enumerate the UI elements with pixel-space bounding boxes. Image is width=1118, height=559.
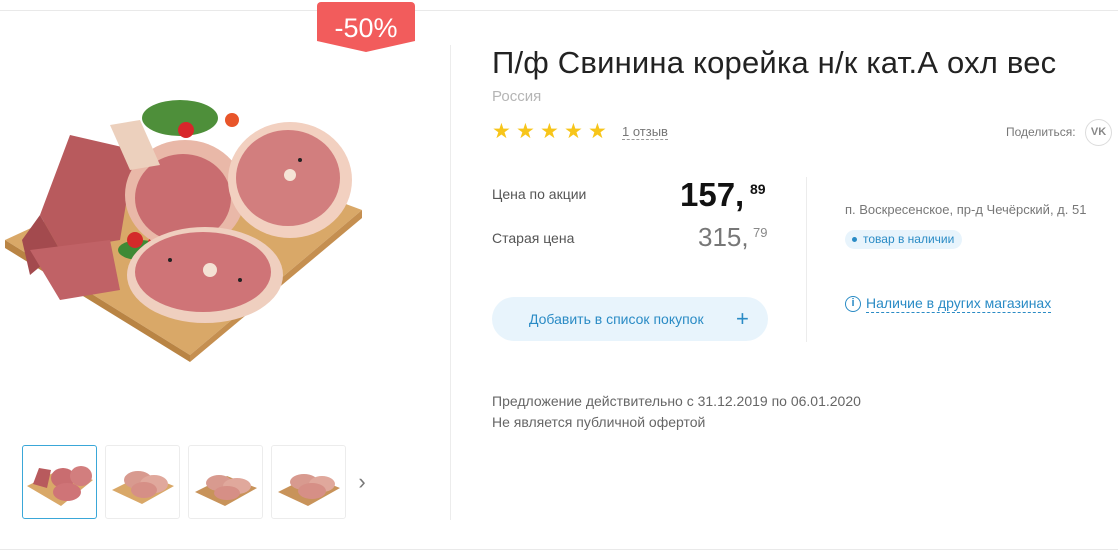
stock-status-label: товар в наличии — [863, 232, 955, 246]
reviews-link[interactable]: 1 отзыв — [622, 124, 668, 140]
star-icon: ★ — [492, 120, 511, 143]
old-price-label: Старая цена — [492, 230, 575, 246]
chevron-right-icon[interactable]: › — [352, 470, 372, 494]
rating-stars: ★ ★ ★ ★ ★ — [492, 120, 608, 143]
offer-disclaimer: Не является публичной офертой — [492, 414, 706, 430]
discount-badge: -50% — [317, 2, 415, 52]
stock-status-badge: товар в наличии — [845, 230, 963, 249]
thumbnail-2[interactable] — [105, 445, 180, 519]
star-icon: ★ — [588, 120, 607, 143]
old-price-cents: 79 — [753, 225, 768, 240]
promo-price-cents: 89 — [750, 181, 766, 197]
promo-price: 157, — [680, 176, 745, 213]
info-icon: i — [845, 296, 861, 312]
thumbnail-4[interactable] — [271, 445, 346, 519]
store-address: п. Воскресенское, пр-д Чечёрский, д. 51 — [845, 202, 1087, 217]
product-image[interactable] — [0, 90, 370, 370]
star-icon: ★ — [516, 120, 535, 143]
store-divider — [806, 177, 807, 342]
thumbnail-3[interactable] — [188, 445, 263, 519]
promo-price-label: Цена по акции — [492, 186, 587, 202]
plus-icon: + — [736, 306, 749, 331]
add-to-list-button[interactable]: Добавить в список покупок + — [492, 297, 768, 341]
other-stores-link[interactable]: i Наличие в других магазинах — [845, 294, 1052, 314]
status-dot-icon — [852, 237, 857, 242]
old-price: 315, — [698, 222, 749, 252]
thumbnail-1[interactable] — [22, 445, 97, 519]
thumbnail-gallery — [22, 445, 346, 519]
top-divider — [0, 10, 1118, 11]
star-icon: ★ — [564, 120, 583, 143]
share-label: Поделиться: — [1006, 125, 1076, 139]
product-title: П/ф Свинина корейка н/к кат.А охл вес — [492, 45, 1057, 80]
star-icon: ★ — [540, 120, 559, 143]
vk-share-icon[interactable]: VK — [1085, 119, 1112, 146]
other-stores-label: Наличие в других магазинах — [866, 295, 1052, 313]
bottom-divider — [0, 549, 1118, 550]
add-to-list-label: Добавить в список покупок — [529, 311, 704, 327]
offer-validity: Предложение действительно с 31.12.2019 п… — [492, 393, 861, 409]
product-country: Россия — [492, 88, 542, 105]
column-divider — [450, 45, 451, 520]
